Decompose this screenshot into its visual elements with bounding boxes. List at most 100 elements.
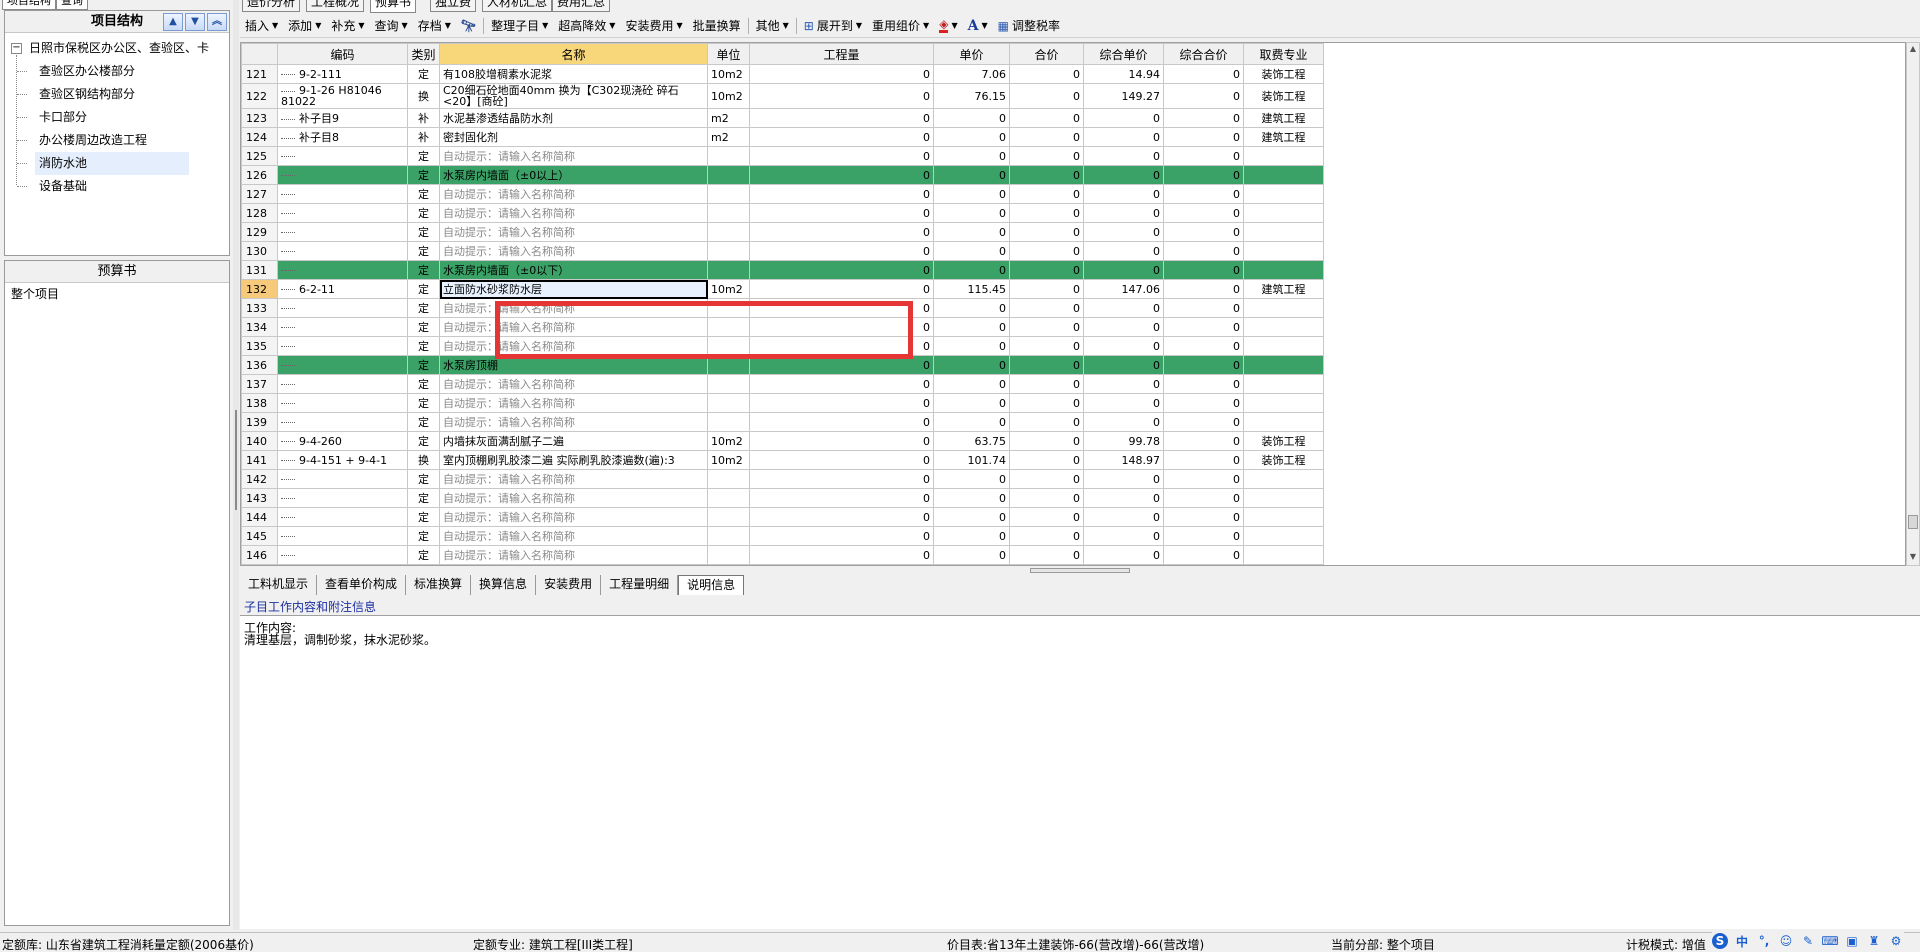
cell-price[interactable]: 115.45 — [933, 279, 1010, 299]
cell-price[interactable]: 0 — [933, 298, 1010, 318]
column-header[interactable]: 综合单价 — [1083, 43, 1164, 65]
cell-name[interactable]: 自动提示：请输入名称简称 — [439, 374, 708, 394]
cell-unit[interactable] — [707, 393, 750, 413]
cell-name[interactable]: 自动提示：请输入名称简称 — [439, 507, 708, 527]
cell-price[interactable]: 0 — [933, 241, 1010, 261]
column-header[interactable]: 编码 — [277, 43, 408, 65]
cell-prof[interactable] — [1243, 241, 1324, 261]
voice-icon[interactable]: ✎ — [1800, 933, 1816, 949]
main-tab[interactable]: 独立费 — [430, 0, 477, 12]
table-row[interactable]: 135 定自动提示：请输入名称简称 0 0 0 0 0 — [241, 336, 1324, 356]
adjust-tax-button[interactable]: ▦ 调整税率 — [993, 15, 1065, 37]
cell-qty[interactable]: 0 — [749, 431, 934, 451]
ime-logo-icon[interactable]: S — [1712, 933, 1728, 949]
table-row[interactable]: 128 定自动提示：请输入名称简称 0 0 0 0 0 — [241, 203, 1324, 223]
cell-code[interactable] — [277, 184, 408, 204]
cell-total[interactable]: 0 — [1009, 184, 1084, 204]
cell-unit[interactable] — [707, 469, 750, 489]
cell-code[interactable]: 9-1-26 H81046 81022 — [277, 83, 408, 109]
bottom-tab[interactable]: 换算信息 — [471, 575, 537, 595]
cell-type[interactable]: 定 — [407, 526, 440, 546]
cell-unit[interactable]: 10m2 — [707, 450, 750, 470]
cell-utotal[interactable]: 0 — [1163, 374, 1244, 394]
cell-uprice[interactable]: 0 — [1083, 260, 1164, 280]
skin-icon[interactable]: ♜ — [1866, 933, 1882, 949]
cell-utotal[interactable]: 0 — [1163, 279, 1244, 299]
cell-price[interactable]: 0 — [933, 184, 1010, 204]
cell-code[interactable] — [277, 374, 408, 394]
bottom-tab[interactable]: 工料机显示 — [240, 575, 318, 595]
row-number[interactable]: 141 — [241, 450, 278, 470]
cell-total[interactable]: 0 — [1009, 545, 1084, 565]
cell-type[interactable]: 定 — [407, 279, 440, 299]
cell-type[interactable]: 定 — [407, 203, 440, 223]
cell-price[interactable]: 0 — [933, 374, 1010, 394]
cell-uprice[interactable]: 0 — [1083, 336, 1164, 356]
keyboard-icon[interactable]: ⌨ — [1821, 933, 1838, 949]
cell-utotal[interactable]: 0 — [1163, 469, 1244, 489]
cell-qty[interactable]: 0 — [749, 184, 934, 204]
cell-total[interactable]: 0 — [1009, 127, 1084, 147]
column-header[interactable]: 取费专业 — [1243, 43, 1324, 65]
cell-name[interactable]: 自动提示：请输入名称简称 — [439, 317, 708, 337]
table-row[interactable]: 136 定水泵房顶棚 0 0 0 0 0 — [241, 355, 1324, 375]
table-row[interactable]: 130 定自动提示：请输入名称简称 0 0 0 0 0 — [241, 241, 1324, 261]
cell-unit[interactable] — [707, 412, 750, 432]
cell-unit[interactable] — [707, 336, 750, 356]
cell-type[interactable]: 定 — [407, 488, 440, 508]
cell-price[interactable]: 0 — [933, 545, 1010, 565]
table-row[interactable]: 127 定自动提示：请输入名称简称 0 0 0 0 0 — [241, 184, 1324, 204]
insert-button[interactable]: 插入 ▼ — [240, 15, 283, 37]
cell-total[interactable]: 0 — [1009, 336, 1084, 356]
cell-qty[interactable]: 0 — [749, 507, 934, 527]
cell-price[interactable]: 0 — [933, 469, 1010, 489]
cell-price[interactable]: 0 — [933, 393, 1010, 413]
cell-total[interactable]: 0 — [1009, 450, 1084, 470]
table-row[interactable]: 122 9-1-26 H81046 81022 换 C20细石砼地面40mm 换为【C… — [241, 83, 1324, 109]
cell-price[interactable]: 63.75 — [933, 431, 1010, 451]
cell-unit[interactable]: m2 — [707, 108, 750, 128]
cell-price[interactable]: 0 — [933, 507, 1010, 527]
cell-uprice[interactable]: 99.78 — [1083, 431, 1164, 451]
cell-total[interactable]: 0 — [1009, 488, 1084, 508]
cell-price[interactable]: 0 — [933, 127, 1010, 147]
cell-name[interactable]: 内墙抹灰面满刮腻子二遍 — [439, 431, 708, 451]
table-row[interactable]: 141 9-4-151 + 9-4-1 换室内顶棚刷乳胶漆二遍 实际刷乳胶漆遍数(遍… — [241, 450, 1324, 470]
cell-prof[interactable] — [1243, 393, 1324, 413]
cell-code[interactable] — [277, 317, 408, 337]
cell-price[interactable]: 7.06 — [933, 64, 1010, 84]
cell-total[interactable]: 0 — [1009, 146, 1084, 166]
cell-utotal[interactable]: 0 — [1163, 545, 1244, 565]
cell-uprice[interactable]: 0 — [1083, 469, 1164, 489]
table-row[interactable]: 129 定自动提示：请输入名称简称 0 0 0 0 0 — [241, 222, 1324, 242]
cell-total[interactable]: 0 — [1009, 393, 1084, 413]
row-number[interactable]: 135 — [241, 336, 278, 356]
cell-name[interactable]: 水泵房内墙面（±0以下） — [439, 260, 708, 280]
archive-button[interactable]: 存档 ▼ — [413, 15, 456, 37]
cell-prof[interactable]: 装饰工程 — [1243, 83, 1324, 109]
cell-unit[interactable] — [707, 184, 750, 204]
table-row[interactable]: 144 定自动提示：请输入名称简称 0 0 0 0 0 — [241, 507, 1324, 527]
tree-item[interactable]: 消防水池 — [35, 152, 189, 175]
row-number[interactable]: 122 — [241, 83, 278, 109]
cell-prof[interactable] — [1243, 165, 1324, 185]
cell-unit[interactable] — [707, 488, 750, 508]
table-row[interactable]: 140 9-4-260 定内墙抹灰面满刮腻子二遍 10m2 0 63.75 0 99.78 0 装… — [241, 431, 1324, 451]
cell-prof[interactable]: 装饰工程 — [1243, 431, 1324, 451]
cell-unit[interactable] — [707, 222, 750, 242]
cell-prof[interactable]: 建筑工程 — [1243, 108, 1324, 128]
cell-name[interactable]: C20细石砼地面40mm 换为【C302现浇砼 碎石<20】[商砼] — [439, 83, 708, 109]
cell-code[interactable] — [277, 412, 408, 432]
cell-prof[interactable] — [1243, 184, 1324, 204]
cell-code[interactable] — [277, 298, 408, 318]
cell-price[interactable]: 0 — [933, 203, 1010, 223]
cell-uprice[interactable]: 0 — [1083, 108, 1164, 128]
cell-qty[interactable]: 0 — [749, 203, 934, 223]
cell-type[interactable]: 定 — [407, 222, 440, 242]
cell-code[interactable] — [277, 507, 408, 527]
cell-prof[interactable] — [1243, 260, 1324, 280]
row-number[interactable]: 136 — [241, 355, 278, 375]
tree-item[interactable]: 设备基础 — [35, 175, 189, 198]
height-reduction-button[interactable]: 超高降效 ▼ — [553, 15, 620, 37]
scroll-down-icon[interactable]: ▼ — [1908, 552, 1918, 564]
